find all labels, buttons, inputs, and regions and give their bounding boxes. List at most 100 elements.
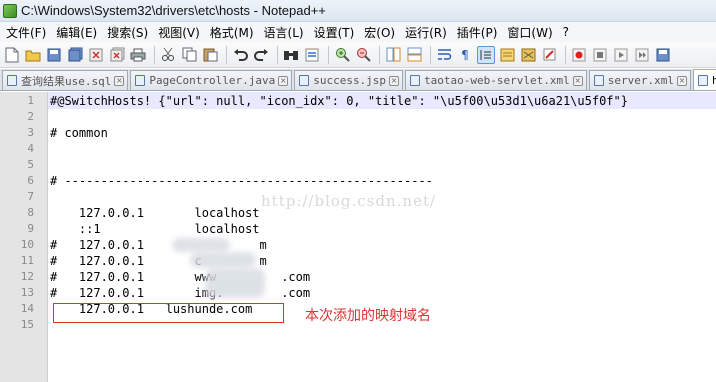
blurred-region xyxy=(205,268,265,298)
file-icon xyxy=(299,75,310,86)
record-macro-icon[interactable] xyxy=(570,46,588,64)
find-icon[interactable] xyxy=(282,46,300,64)
zoom-in-icon[interactable] xyxy=(333,46,351,64)
code-line: # common xyxy=(50,126,108,140)
save-icon[interactable] xyxy=(45,46,63,64)
tab-server-xml[interactable]: server.xml × xyxy=(588,70,691,90)
show-all-chars-icon[interactable]: ¶ xyxy=(456,46,474,64)
toolbar-separator xyxy=(277,45,278,64)
word-wrap-icon[interactable] xyxy=(435,46,453,64)
menu-language[interactable]: 语言(L) xyxy=(262,24,312,41)
sync-v-icon[interactable] xyxy=(384,46,402,64)
tab-success-jsp[interactable]: success.jsp × xyxy=(294,70,404,90)
menu-view[interactable]: 视图(V) xyxy=(156,24,208,41)
new-file-icon[interactable] xyxy=(3,46,21,64)
copy-icon[interactable] xyxy=(180,46,198,64)
toolbar-separator xyxy=(379,45,380,64)
tab-bar: 查询结果use.sql × PageController.java × succ… xyxy=(0,69,716,91)
tab-page-controller[interactable]: PageController.java × xyxy=(130,70,293,90)
window-title: C:\Windows\System32\drivers\etc\hosts - … xyxy=(21,3,326,18)
notepad-plus-plus-icon xyxy=(3,3,17,18)
open-file-icon[interactable] xyxy=(24,46,42,64)
indent-guide-icon[interactable] xyxy=(477,45,495,64)
menu-file[interactable]: 文件(F) xyxy=(4,24,54,41)
toolbar-separator xyxy=(226,45,227,64)
toolbar-separator xyxy=(154,45,155,64)
menu-settings[interactable]: 设置(T) xyxy=(312,24,363,41)
line-number: 5 xyxy=(27,158,34,171)
run-macro-icon[interactable] xyxy=(633,46,651,64)
sync-h-icon[interactable] xyxy=(405,46,423,64)
code-line: # --------------------------------------… xyxy=(50,174,433,188)
print-icon[interactable] xyxy=(129,46,147,64)
line-number: 14 xyxy=(20,302,34,315)
close-icon[interactable]: × xyxy=(114,75,125,86)
line-number: 15 xyxy=(20,318,34,331)
menu-macro[interactable]: 宏(O) xyxy=(362,24,403,41)
line-number: 7 xyxy=(27,190,34,203)
code-line: # 127.0.0.1 www .com xyxy=(50,270,311,284)
close-icon[interactable]: × xyxy=(389,75,400,86)
toolbar-separator xyxy=(430,45,431,64)
close-icon[interactable] xyxy=(87,46,105,64)
line-number: 6 xyxy=(27,174,34,187)
menu-plugins[interactable]: 插件(P) xyxy=(455,24,506,41)
toolbar: ¶ xyxy=(0,42,716,68)
close-icon[interactable]: × xyxy=(278,75,289,86)
line-number: 9 xyxy=(27,222,34,235)
toolbar-separator xyxy=(328,45,329,64)
highlight-box xyxy=(53,303,284,323)
file-icon xyxy=(135,75,146,86)
close-icon[interactable]: × xyxy=(677,75,687,86)
tab-label: server.xml xyxy=(607,74,674,87)
line-number: 1 xyxy=(27,94,34,107)
tab-label: taotao-web-servlet.xml xyxy=(424,74,570,87)
tab-label: PageController.java xyxy=(149,74,276,87)
tab-hosts[interactable]: hosts xyxy=(693,69,716,90)
folder-workspace-icon[interactable] xyxy=(540,46,558,64)
close-icon[interactable]: × xyxy=(572,75,583,86)
menu-edit[interactable]: 编辑(E) xyxy=(54,24,105,41)
save-all-icon[interactable] xyxy=(66,46,84,64)
menu-bar: 文件(F) 编辑(E) 搜索(S) 视图(V) 格式(M) 语言(L) 设置(T… xyxy=(0,22,716,42)
line-number: 8 xyxy=(27,206,34,219)
menu-format[interactable]: 格式(M) xyxy=(208,24,262,41)
editor[interactable]: 1 2 3 4 5 6 7 8 9 10 11 12 13 14 15 #@Sw… xyxy=(0,92,716,382)
undo-icon[interactable] xyxy=(231,46,249,64)
close-all-icon[interactable] xyxy=(108,46,126,64)
file-icon xyxy=(698,74,708,86)
line-number: 13 xyxy=(20,286,34,299)
tab-taotao-web-servlet[interactable]: taotao-web-servlet.xml × xyxy=(405,70,587,90)
line-number: 12 xyxy=(20,270,34,283)
line-number: 11 xyxy=(20,254,34,267)
doc-map-icon[interactable] xyxy=(498,46,516,64)
tab-label: 查询结果use.sql xyxy=(21,74,112,88)
menu-search[interactable]: 搜索(S) xyxy=(105,24,156,41)
play-macro-icon[interactable] xyxy=(612,46,630,64)
code-line: # 127.0.0.1 m xyxy=(50,238,267,252)
blurred-region xyxy=(172,238,230,252)
function-list-icon[interactable] xyxy=(519,46,537,64)
zoom-out-icon[interactable] xyxy=(354,46,372,64)
redo-icon[interactable] xyxy=(252,46,270,64)
tab-query-result-sql[interactable]: 查询结果use.sql × xyxy=(2,70,129,90)
save-macro-icon[interactable] xyxy=(654,46,672,64)
line-number: 3 xyxy=(27,126,34,139)
annotation-text: 本次添加的映射域名 xyxy=(305,308,431,324)
title-bar: C:\Windows\System32\drivers\etc\hosts - … xyxy=(0,0,716,22)
menu-run[interactable]: 运行(R) xyxy=(403,24,455,41)
stop-record-icon[interactable] xyxy=(591,46,609,64)
line-number: 2 xyxy=(27,110,34,123)
code-line: ::1 localhost xyxy=(50,222,260,236)
code-line: 127.0.0.1 localhost xyxy=(50,206,260,220)
line-number: 10 xyxy=(20,238,34,251)
menu-window[interactable]: 窗口(W) xyxy=(505,24,560,41)
tab-label: hosts xyxy=(712,74,716,87)
menu-help[interactable]: ? xyxy=(561,25,577,39)
replace-icon[interactable] xyxy=(303,46,321,64)
watermark: http://blog.csdn.net/ xyxy=(261,192,437,210)
tab-label: success.jsp xyxy=(313,74,387,87)
code-line: # 127.0.0.1 img. .com xyxy=(50,286,311,300)
cut-icon[interactable] xyxy=(159,46,177,64)
paste-icon[interactable] xyxy=(201,46,219,64)
